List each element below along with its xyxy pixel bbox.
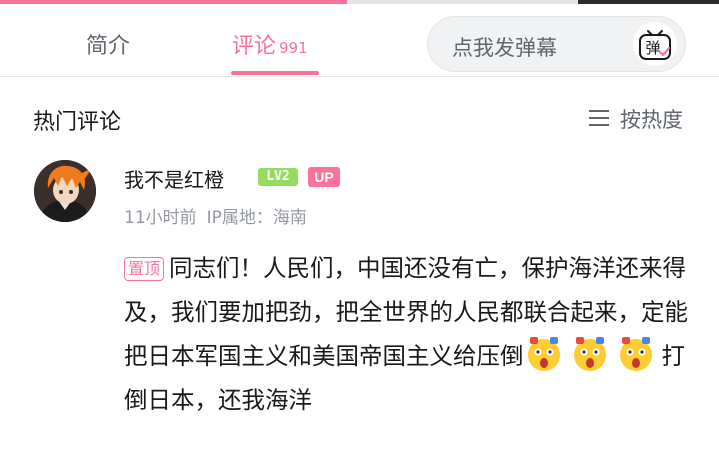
shocked-emoji-icon bbox=[527, 337, 560, 371]
comment-meta: 11小时前 IP属地：海南 bbox=[124, 203, 317, 228]
avatar[interactable] bbox=[34, 160, 96, 222]
tab-intro[interactable]: 简介 bbox=[86, 28, 130, 60]
username[interactable]: 我不是红橙 bbox=[124, 164, 224, 193]
danmaku-toggle-button[interactable]: 弹 bbox=[633, 22, 677, 66]
comment-time: 11小时前 bbox=[124, 208, 197, 228]
danmaku-glyph: 弹 bbox=[645, 39, 660, 57]
comment-content: 置顶 同志们！人民们，中国还没有亡，保护海洋还来得及，我们要加把劲，把全世界的人民… bbox=[124, 246, 704, 422]
up-badge: UP bbox=[308, 167, 340, 187]
tab-comments[interactable]: 评论 991 bbox=[232, 28, 308, 60]
level-badge: LV2 bbox=[258, 168, 298, 186]
tab-comments-label: 评论 bbox=[232, 34, 277, 59]
avatar-image bbox=[34, 160, 96, 222]
danmaku-input[interactable]: 点我发弹幕 弹 bbox=[427, 16, 686, 72]
pinned-tag: 置顶 bbox=[124, 257, 165, 281]
section-title: 热门评论 bbox=[33, 110, 122, 135]
tab-bar: 简介 评论 991 点我发弹幕 弹 bbox=[0, 4, 719, 77]
ip-location: IP属地：海南 bbox=[206, 208, 307, 228]
comment-count: 991 bbox=[279, 39, 308, 57]
danmaku-tv-icon: 弹 bbox=[639, 30, 671, 60]
shocked-emoji-icon bbox=[573, 337, 606, 371]
shocked-emoji-icon bbox=[619, 337, 652, 371]
list-sort-icon bbox=[589, 110, 609, 126]
danmaku-placeholder: 点我发弹幕 bbox=[452, 36, 557, 60]
sort-label: 按热度 bbox=[620, 108, 683, 132]
active-tab-indicator bbox=[231, 71, 319, 75]
